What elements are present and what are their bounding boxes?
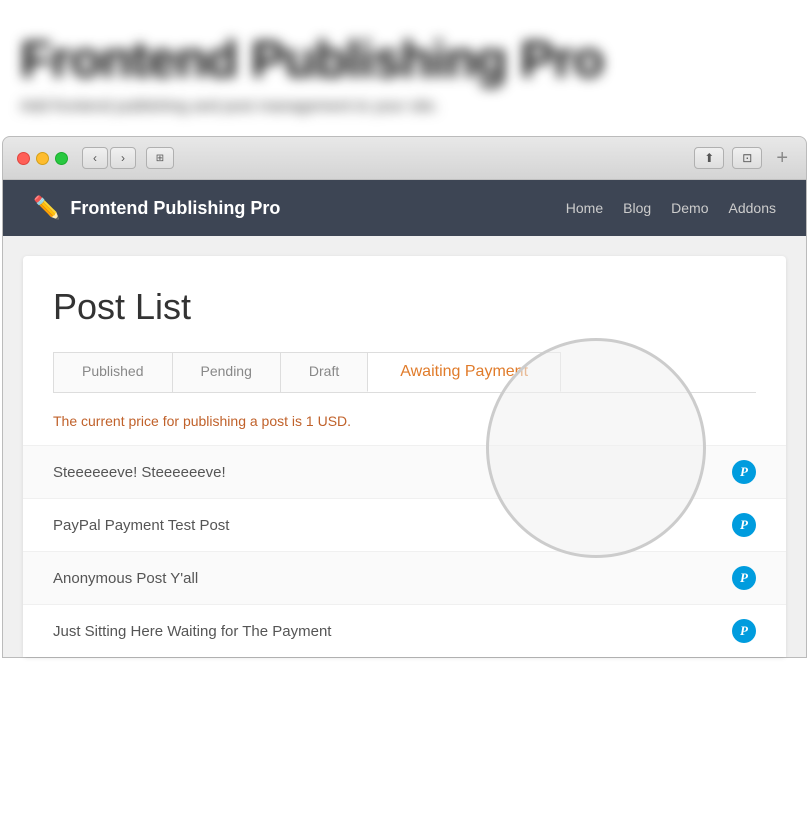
page-subtitle: Add frontend publishing and post managem… xyxy=(20,98,789,116)
post-row: Anonymous Post Y'all P xyxy=(23,551,786,604)
nav-arrows: ‹ › xyxy=(82,147,136,169)
nav-blog[interactable]: Blog xyxy=(623,200,651,216)
post-rows: Steeeeeeve! Steeeeeeve! P PayPal Payment… xyxy=(23,445,786,657)
site-nav: ✏️ Frontend Publishing Pro Home Blog Dem… xyxy=(3,180,806,236)
maximize-traffic-light[interactable] xyxy=(55,152,68,165)
paypal-icon-3[interactable]: P xyxy=(732,619,756,643)
post-title-1[interactable]: PayPal Payment Test Post xyxy=(53,517,229,534)
tab-awaiting-payment[interactable]: Awaiting Payment xyxy=(367,352,561,392)
tabs-row: Published Pending Draft Awaiting Payment xyxy=(53,352,756,393)
forward-button[interactable]: › xyxy=(110,147,136,169)
paypal-icon-0[interactable]: P xyxy=(732,460,756,484)
back-button[interactable]: ‹ xyxy=(82,147,108,169)
nav-addons[interactable]: Addons xyxy=(729,200,776,216)
page-title: Frontend Publishing Pro xyxy=(20,30,789,90)
nav-demo[interactable]: Demo xyxy=(671,200,708,216)
paypal-icon-2[interactable]: P xyxy=(732,566,756,590)
post-title-3[interactable]: Just Sitting Here Waiting for The Paymen… xyxy=(53,623,331,640)
price-note: The current price for publishing a post … xyxy=(53,413,756,429)
tab-pending[interactable]: Pending xyxy=(172,352,281,392)
sidebar-toggle-button[interactable]: ⊞ xyxy=(146,147,174,169)
browser-chrome: ‹ › ⊞ ⬆ ⊡ + xyxy=(2,136,807,180)
fullscreen-button[interactable]: ⊡ xyxy=(732,147,762,169)
site-wrapper: ✏️ Frontend Publishing Pro Home Blog Dem… xyxy=(2,180,807,658)
logo-text: Frontend Publishing Pro xyxy=(70,198,280,219)
content-area: Post List Published Pending Draft Awaiti… xyxy=(3,236,806,657)
logo-icon: ✏️ xyxy=(33,195,60,221)
minimize-traffic-light[interactable] xyxy=(36,152,49,165)
post-row: Just Sitting Here Waiting for The Paymen… xyxy=(23,604,786,657)
new-tab-button[interactable]: + xyxy=(772,148,792,168)
post-row: Steeeeeeve! Steeeeeeve! P xyxy=(23,445,786,498)
close-traffic-light[interactable] xyxy=(17,152,30,165)
chrome-right-buttons: ⬆ ⊡ xyxy=(694,147,762,169)
paypal-icon-1[interactable]: P xyxy=(732,513,756,537)
site-menu: Home Blog Demo Addons xyxy=(566,200,776,216)
post-row: PayPal Payment Test Post P xyxy=(23,498,786,551)
nav-home[interactable]: Home xyxy=(566,200,603,216)
post-title-0[interactable]: Steeeeeeve! Steeeeeeve! xyxy=(53,464,226,481)
tab-draft[interactable]: Draft xyxy=(280,352,368,392)
post-title-2[interactable]: Anonymous Post Y'all xyxy=(53,570,198,587)
post-list-title: Post List xyxy=(53,286,756,328)
share-button[interactable]: ⬆ xyxy=(694,147,724,169)
post-list-card: Post List Published Pending Draft Awaiti… xyxy=(23,256,786,657)
tab-published[interactable]: Published xyxy=(53,352,173,392)
page-header: Frontend Publishing Pro Add frontend pub… xyxy=(0,0,809,136)
site-logo: ✏️ Frontend Publishing Pro xyxy=(33,195,566,221)
traffic-lights xyxy=(17,152,68,165)
